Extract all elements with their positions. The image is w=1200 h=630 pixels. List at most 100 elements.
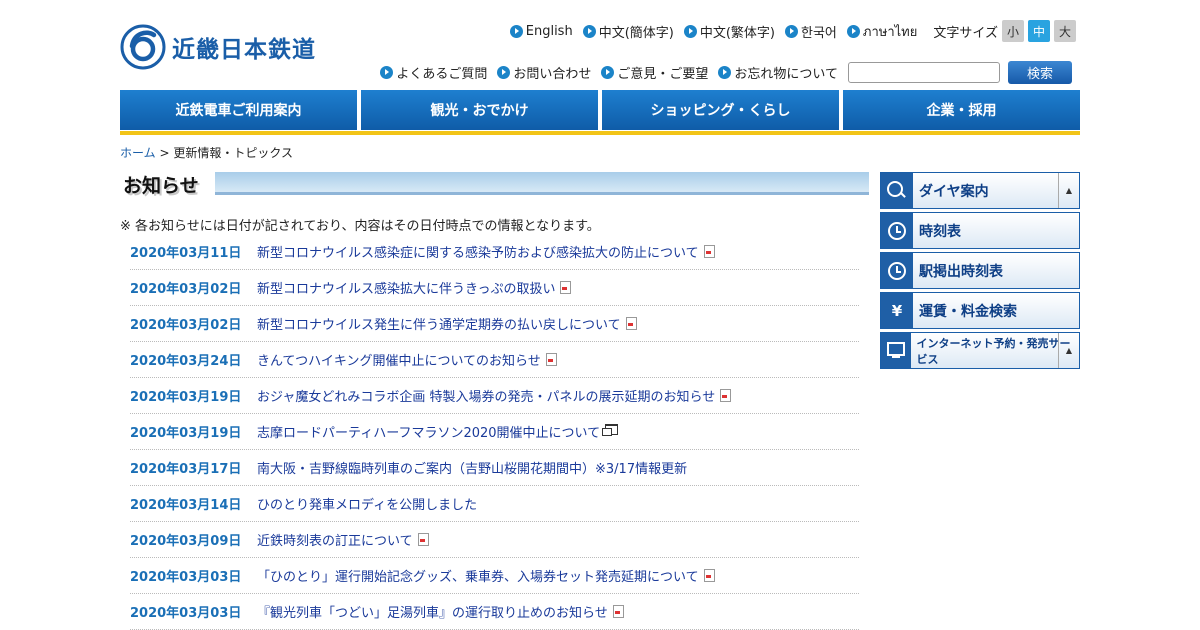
breadcrumb-current: 更新情報・トピックス (173, 146, 294, 160)
side-menu-icon-box (881, 333, 911, 368)
lang-english-link[interactable]: English (509, 24, 573, 39)
news-title-link[interactable]: 南大阪・吉野線臨時列車のご案内（吉野山桜開花期間中）※3/17情報更新 (257, 458, 687, 477)
yen-icon: ¥ (891, 301, 903, 320)
nav-shopping[interactable]: ショッピング・くらし (602, 90, 839, 130)
news-title: 新型コロナウイルス感染症に関する感染予防および感染拡大の防止について (257, 246, 699, 261)
news-title-link[interactable]: 『観光列車「つどい」足湯列車』の運行取り止めのお知らせ (257, 602, 624, 621)
news-list: 2020年03月11日 新型コロナウイルス感染症に関する感染予防および感染拡大の防… (130, 234, 859, 630)
arrow-bullet-icon (718, 65, 732, 79)
news-title: 近鉄時刻表の訂正について (257, 534, 413, 549)
news-item: 2020年03月19日 おジャ魔女どれみコラボ企画 特製入場券の発売・パネルの展示… (130, 378, 859, 414)
logo-text: 近畿日本鉄道 (172, 37, 316, 63)
news-title-link[interactable]: おジャ魔女どれみコラボ企画 特製入場券の発売・パネルの展示延期のお知らせ (257, 386, 732, 405)
pdf-icon (545, 353, 557, 366)
side-menu-label: 駅掲出時刻表 (919, 263, 1003, 280)
news-date: 2020年03月24日 (130, 354, 242, 369)
search-button[interactable]: 検索 (1008, 60, 1072, 84)
news-date: 2020年03月03日 (130, 606, 242, 621)
lang-thai-link[interactable]: ภาษาไทย (846, 21, 917, 42)
font-size-large-button[interactable]: 大 (1054, 20, 1076, 42)
nav-sightseeing[interactable]: 観光・おでかけ (361, 90, 598, 130)
news-title-link[interactable]: きんてつハイキング開催中止についてのお知らせ (257, 350, 557, 369)
monitor-icon (886, 341, 905, 358)
lost-items-link[interactable]: お忘れ物について (718, 63, 838, 82)
search-icon (887, 180, 903, 197)
breadcrumb-home-link[interactable]: ホーム (120, 146, 156, 160)
clock-icon (888, 261, 906, 280)
news-title-link[interactable]: 新型コロナウイルス感染症に関する感染予防および感染拡大の防止について (257, 242, 715, 261)
expand-arrow-icon[interactable]: ▲ (1058, 333, 1079, 368)
news-title-link[interactable]: 新型コロナウイルス発生に伴う通学定期券の払い戻しについて (257, 314, 637, 333)
news-item: 2020年03月24日 きんてつハイキング開催中止についてのお知らせ (130, 342, 859, 378)
news-item: 2020年03月02日 新型コロナウイルス発生に伴う通学定期券の払い戻しについて (130, 306, 859, 342)
faq-link[interactable]: よくあるご質問 (380, 63, 487, 82)
news-item: 2020年03月03日 『観光列車「つどい」足湯列車』の運行取り止めのお知らせ (130, 594, 859, 630)
new-window-icon (602, 424, 619, 436)
font-size-small-button[interactable]: 小 (1002, 20, 1024, 42)
notice-note: ※ 各お知らせには日付が記されており、内容はその日付時点での情報となります。 (120, 219, 600, 234)
news-date: 2020年03月09日 (130, 534, 242, 549)
side-menu-label: 運賃・料金検索 (919, 303, 1017, 320)
page-title-block: お知らせ (120, 170, 870, 198)
side-menu-label: インターネット予約・発売サービス (916, 336, 1071, 366)
news-date: 2020年03月02日 (130, 318, 242, 333)
nav-accent-bar (120, 131, 1080, 135)
news-title: おジャ魔女どれみコラボ企画 特製入場券の発売・パネルの展示延期のお知らせ (257, 390, 716, 405)
news-item: 2020年03月02日 新型コロナウイルス感染拡大に伴うきっぷの取扱い (130, 270, 859, 306)
site-logo[interactable]: 近畿日本鉄道 (120, 24, 316, 70)
news-item: 2020年03月11日 新型コロナウイルス感染症に関する感染予防および感染拡大の防… (130, 234, 859, 270)
side-menu-item[interactable]: 駅掲出時刻表 (880, 252, 1080, 289)
nav-train-guide[interactable]: 近鉄電車ご利用案内 (120, 90, 357, 130)
side-menu-item[interactable]: インターネット予約・発売サービス ▲ (880, 332, 1080, 369)
side-menu-item[interactable]: ¥ 運賃・料金検索 (880, 292, 1080, 329)
news-title: 「ひのとり」運行開始記念グッズ、乗車券、入場券セット発売延期について (257, 570, 699, 585)
search-input[interactable] (848, 61, 1000, 83)
news-title-link[interactable]: 近鉄時刻表の訂正について (257, 530, 429, 549)
news-title: 志摩ロードパーティハーフマラソン2020開催中止について (257, 426, 601, 441)
font-size-medium-button[interactable]: 中 (1028, 20, 1050, 42)
expand-arrow-icon[interactable]: ▲ (1058, 173, 1079, 208)
news-item: 2020年03月19日 志摩ロードパーティハーフマラソン2020開催中止について (130, 414, 859, 450)
feedback-link[interactable]: ご意見・ご要望 (601, 63, 708, 82)
arrow-bullet-icon (601, 65, 615, 79)
news-date: 2020年03月19日 (130, 390, 242, 405)
news-date: 2020年03月14日 (130, 498, 242, 513)
nav-corporate[interactable]: 企業・採用 (843, 90, 1080, 130)
news-item: 2020年03月03日 「ひのとり」運行開始記念グッズ、乗車券、入場券セット発売延… (130, 558, 859, 594)
pdf-icon (625, 317, 637, 330)
lang-korean-link[interactable]: 한국어 (785, 22, 837, 41)
contact-link[interactable]: お問い合わせ (497, 63, 591, 82)
pdf-icon (703, 245, 715, 258)
side-menu-label: ダイヤ案内 (919, 183, 989, 200)
side-menu-label: 時刻表 (919, 223, 961, 240)
arrow-bullet-icon (380, 65, 394, 79)
page: 近畿日本鉄道 English 中文(簡体字) 中文(繁体字) 한국어 ภาษาไ… (120, 0, 1080, 630)
news-title-link[interactable]: 志摩ロードパーティハーフマラソン2020開催中止について (257, 422, 619, 441)
news-date: 2020年03月17日 (130, 462, 242, 477)
news-date: 2020年03月03日 (130, 570, 242, 585)
side-menu-icon-box (881, 173, 913, 208)
side-menu: ダイヤ案内 ▲ 時刻表 駅掲出時刻表 ¥ 運賃・料金検索 インターネット予約・発売サービス ▲ (880, 172, 1080, 372)
side-menu-icon-box: ¥ (881, 293, 913, 328)
news-title: 『観光列車「つどい」足湯列車』の運行取り止めのお知らせ (257, 606, 608, 621)
lang-zh-hant-link[interactable]: 中文(繁体字) (683, 22, 775, 41)
news-title: 新型コロナウイルス発生に伴う通学定期券の払い戻しについて (257, 318, 621, 333)
lang-zh-hans-link[interactable]: 中文(簡体字) (582, 22, 674, 41)
side-menu-item[interactable]: 時刻表 (880, 212, 1080, 249)
news-item: 2020年03月09日 近鉄時刻表の訂正について (130, 522, 859, 558)
news-title-link[interactable]: 新型コロナウイルス感染拡大に伴うきっぷの取扱い (257, 278, 572, 297)
side-menu-item[interactable]: ダイヤ案内 ▲ (880, 172, 1080, 209)
news-item: 2020年03月17日 南大阪・吉野線臨時列車のご案内（吉野山桜開花期間中）※3/… (130, 450, 859, 486)
pdf-icon (417, 533, 429, 546)
pdf-icon (703, 569, 715, 582)
news-item: 2020年03月14日 ひのとり発車メロディを公開しました (130, 486, 859, 522)
news-date: 2020年03月02日 (130, 282, 242, 297)
arrow-bullet-icon (846, 24, 860, 38)
news-title-link[interactable]: 「ひのとり」運行開始記念グッズ、乗車券、入場券セット発売延期について (257, 566, 715, 585)
utility-bar: よくあるご質問 お問い合わせ ご意見・ご要望 お忘れ物について 検索 (370, 59, 1072, 85)
pdf-icon (560, 281, 572, 294)
breadcrumb: ホーム > 更新情報・トピックス (120, 144, 293, 161)
news-title-link[interactable]: ひのとり発車メロディを公開しました (257, 494, 477, 513)
news-title: 新型コロナウイルス感染拡大に伴うきっぷの取扱い (257, 282, 556, 297)
arrow-bullet-icon (497, 65, 511, 79)
